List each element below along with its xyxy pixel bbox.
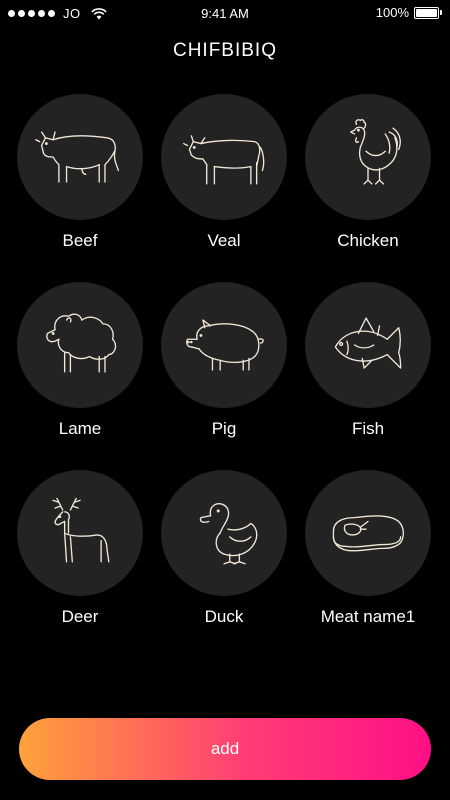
meat-tile-duck[interactable]: Duck: [161, 470, 287, 628]
meat-label: Beef: [62, 231, 98, 250]
status-bar: JO 9:41 AM 100%: [0, 0, 450, 28]
meat-icon-circle[interactable]: [17, 470, 143, 596]
page-title: CHIFBIBIQ: [172, 40, 277, 61]
meat-tile-deer[interactable]: Deer: [17, 470, 143, 628]
add-button[interactable]: add: [19, 718, 431, 780]
meat-label: Chicken: [337, 231, 399, 250]
meat-icon-circle[interactable]: [305, 94, 431, 220]
meat-tile-lamb[interactable]: Lame: [17, 282, 143, 440]
meat-label: Duck: [204, 607, 244, 626]
meat-tile-pig[interactable]: Pig: [161, 282, 287, 440]
pig-icon: [186, 319, 264, 371]
meat-label: Veal: [207, 231, 241, 250]
meat-icon-circle[interactable]: [17, 282, 143, 408]
meat-icon-circle[interactable]: [161, 470, 287, 596]
meat-label: Deer: [61, 607, 99, 626]
meat-label: Fish: [351, 419, 385, 438]
meat-tile-fish[interactable]: Fish: [305, 282, 431, 440]
meat-icon-circle[interactable]: [305, 470, 431, 596]
battery-percentage: 100%: [375, 5, 409, 20]
sheep-icon: [46, 313, 117, 373]
deer-icon: [52, 497, 110, 563]
meat-label: Lame: [58, 419, 102, 438]
chicken-icon: [350, 119, 401, 185]
status-right: 100%: [376, 5, 442, 20]
steak-icon: [332, 515, 404, 552]
meat-label: Meat name1: [320, 607, 416, 626]
meat-icon-circle[interactable]: [305, 282, 431, 408]
calf-icon: [183, 135, 265, 185]
battery-cap: [440, 10, 442, 15]
meat-tile-custom[interactable]: Meat name1: [305, 470, 431, 628]
meat-tile-beef[interactable]: Beef: [17, 94, 143, 252]
meat-grid: Beef Veal Chicken Lame Pig Fish Deer Duc…: [17, 94, 433, 628]
cow-icon: [35, 131, 120, 183]
meat-label: Pig: [211, 419, 237, 438]
meat-icon-circle[interactable]: [161, 94, 287, 220]
fish-icon: [334, 317, 402, 369]
meat-icon-circle[interactable]: [161, 282, 287, 408]
meat-tile-veal[interactable]: Veal: [161, 94, 287, 252]
battery-icon: [414, 6, 439, 19]
meat-tile-chicken[interactable]: Chicken: [305, 94, 431, 252]
duck-icon: [199, 503, 258, 565]
meat-icon-circle[interactable]: [17, 94, 143, 220]
